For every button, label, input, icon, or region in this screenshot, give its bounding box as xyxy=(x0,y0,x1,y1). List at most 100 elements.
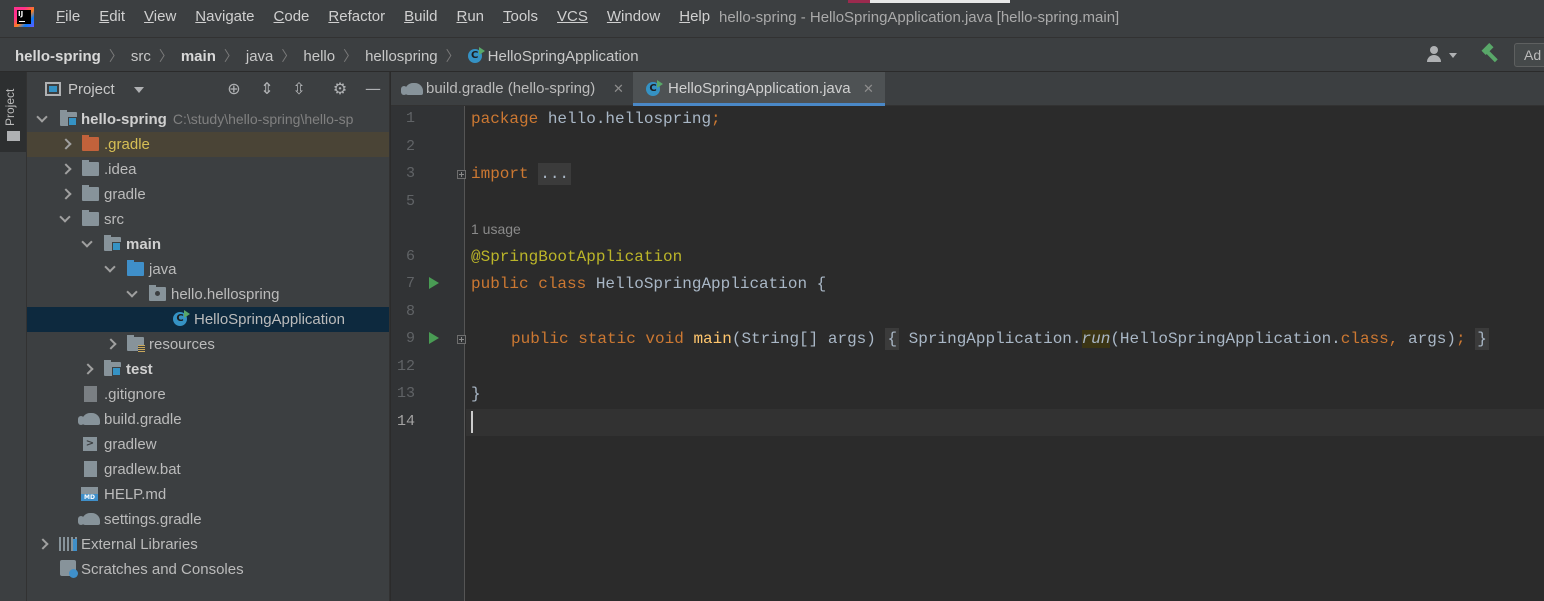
close-icon[interactable]: ✕ xyxy=(863,72,874,106)
tab-hello-spring-application[interactable]: HelloSpringApplication.java ✕ xyxy=(633,72,885,106)
menu-item[interactable]: Code xyxy=(274,8,310,25)
menu-item[interactable]: View xyxy=(144,8,176,25)
menu-item[interactable]: Refactor xyxy=(328,8,385,25)
chevron-down-icon[interactable] xyxy=(103,257,117,282)
breadcrumb-project[interactable]: hello-spring xyxy=(15,48,101,65)
close-icon[interactable]: ✕ xyxy=(613,72,624,106)
breadcrumb-hellospring[interactable]: hellospring xyxy=(365,48,438,65)
chevron-right-icon[interactable] xyxy=(80,357,94,382)
menu-item[interactable]: Window xyxy=(607,8,660,25)
breadcrumb-main[interactable]: main xyxy=(181,48,216,65)
line-number: 5 xyxy=(405,193,415,210)
project-tool-window-button[interactable]: Project xyxy=(0,72,26,152)
menu-item[interactable]: Run xyxy=(456,8,484,25)
account-button[interactable] xyxy=(1426,45,1460,65)
code-line-13: } xyxy=(471,385,481,403)
fold-expand-icon[interactable] xyxy=(457,170,466,179)
menu-bar: IJ File Edit View Navigate Code Refactor Build… xyxy=(0,0,1544,37)
tree-label: build.gradle xyxy=(104,411,182,428)
navigation-bar: hello-spring 〉 src 〉 main 〉 java 〉 hello… xyxy=(0,37,1544,72)
editor-gutter[interactable]: 1 2 3 5 6 7 8 9 12 13 14 xyxy=(391,106,466,601)
title-accent-stripe xyxy=(848,0,870,3)
tree-label: java xyxy=(149,261,177,278)
tree-item-settings-gradle[interactable]: settings.gradle xyxy=(27,507,389,532)
gear-icon[interactable]: ⚙ xyxy=(331,80,349,98)
tree-item-external-libraries[interactable]: External Libraries xyxy=(27,532,389,557)
code-line-7: public class HelloSpringApplication { xyxy=(471,275,827,293)
chevron-down-icon[interactable] xyxy=(125,282,139,307)
chevron-down-icon[interactable] xyxy=(80,232,94,257)
menu-item[interactable]: File xyxy=(56,8,80,25)
tree-item-test[interactable]: test xyxy=(27,357,389,382)
current-line-highlight xyxy=(466,409,1544,436)
menu-item[interactable]: Edit xyxy=(99,8,125,25)
tree-item-app-class[interactable]: HelloSpringApplication xyxy=(27,307,389,332)
menu-item[interactable]: Tools xyxy=(503,8,538,25)
code-area[interactable]: package hello.hellospring; import ... 1 … xyxy=(466,106,1544,601)
chevron-right-icon[interactable] xyxy=(58,157,72,182)
tree-label: hello-spring xyxy=(81,111,167,128)
tree-item-main[interactable]: main xyxy=(27,232,389,257)
tree-item-java[interactable]: java xyxy=(27,257,389,282)
project-view-selector[interactable]: Project xyxy=(68,81,115,98)
build-hammer-button[interactable] xyxy=(1481,42,1501,64)
tree-item-gradle[interactable]: gradle xyxy=(27,182,389,207)
menu-item[interactable]: Build xyxy=(404,8,437,25)
chevron-right-icon[interactable] xyxy=(58,132,72,157)
collapse-all-icon[interactable]: ⇳ xyxy=(290,80,308,98)
breadcrumb: hello-spring 〉 src 〉 main 〉 java 〉 hello… xyxy=(15,46,639,66)
code-line-9: public static void main(String[] args) {… xyxy=(511,328,1489,350)
expand-all-icon[interactable]: ⇕ xyxy=(258,80,276,98)
tree-item-help-md[interactable]: MD HELP.md xyxy=(27,482,389,507)
breadcrumb-class[interactable]: HelloSpringApplication xyxy=(488,48,639,65)
tree-item-idea[interactable]: .idea xyxy=(27,157,389,182)
tree-item-gradlew-bat[interactable]: gradlew.bat xyxy=(27,457,389,482)
line-number: 13 xyxy=(396,385,415,402)
project-tool-label: Project xyxy=(3,88,17,126)
menu-item[interactable]: VCS xyxy=(557,8,588,25)
tree-item-scratches[interactable]: Scratches and Consoles xyxy=(27,557,389,582)
run-gutter-icon[interactable] xyxy=(429,332,439,344)
chevron-down-icon[interactable] xyxy=(35,107,49,132)
tab-label: build.gradle (hello-spring) xyxy=(426,80,596,97)
chevron-right-icon[interactable] xyxy=(103,332,117,357)
breadcrumb-hello[interactable]: hello xyxy=(303,48,335,65)
class-icon xyxy=(646,80,663,97)
run-gutter-icon[interactable] xyxy=(429,277,439,289)
add-configuration-button[interactable]: Ad xyxy=(1514,43,1544,67)
tree-item-resources[interactable]: resources xyxy=(27,332,389,357)
tree-item-root[interactable]: hello-spring C:\study\hello-spring\hello-… xyxy=(27,107,389,132)
window-title: hello-spring - HelloSpringApplication.ja… xyxy=(719,9,1120,26)
menu-item[interactable]: Help xyxy=(679,8,710,25)
folder-icon xyxy=(82,210,99,226)
hide-minus-icon[interactable]: — xyxy=(364,80,382,98)
chevron-down-icon[interactable] xyxy=(134,87,144,93)
breadcrumb-java[interactable]: java xyxy=(246,48,274,65)
tree-item-gitignore[interactable]: .gitignore xyxy=(27,382,389,407)
chevron-right-icon[interactable] xyxy=(58,182,72,207)
tree-label: settings.gradle xyxy=(104,511,202,528)
tree-label: HELP.md xyxy=(104,486,167,503)
tab-build-gradle[interactable]: build.gradle (hello-spring) ✕ xyxy=(391,72,633,106)
tree-item-src[interactable]: src xyxy=(27,207,389,232)
fold-expand-icon[interactable] xyxy=(457,335,466,344)
tree-label: .gradle xyxy=(104,136,150,153)
line-number: 14 xyxy=(396,413,415,430)
line-number: 8 xyxy=(405,303,415,320)
tree-item-package[interactable]: hello.hellospring xyxy=(27,282,389,307)
breadcrumb-src[interactable]: src xyxy=(131,48,151,65)
menu-item[interactable]: Navigate xyxy=(195,8,254,25)
locate-crosshair-icon[interactable]: ⊕ xyxy=(225,80,243,98)
breadcrumb-separator-icon: 〉 xyxy=(343,48,358,64)
chevron-down-icon[interactable] xyxy=(58,207,72,232)
tree-item-build-gradle[interactable]: build.gradle xyxy=(27,407,389,432)
code-line-6: @SpringBootApplication xyxy=(471,248,683,266)
folder-icon xyxy=(82,185,99,201)
tree-item-dot-gradle[interactable]: .gradle xyxy=(27,132,389,157)
intellij-logo-icon[interactable]: IJ xyxy=(14,7,34,27)
line-number: 3 xyxy=(405,165,415,182)
tree-item-gradlew[interactable]: > gradlew xyxy=(27,432,389,457)
chevron-right-icon[interactable] xyxy=(35,532,49,557)
folded-imports[interactable]: ... xyxy=(538,163,572,185)
usage-hint[interactable]: 1 usage xyxy=(471,221,521,237)
